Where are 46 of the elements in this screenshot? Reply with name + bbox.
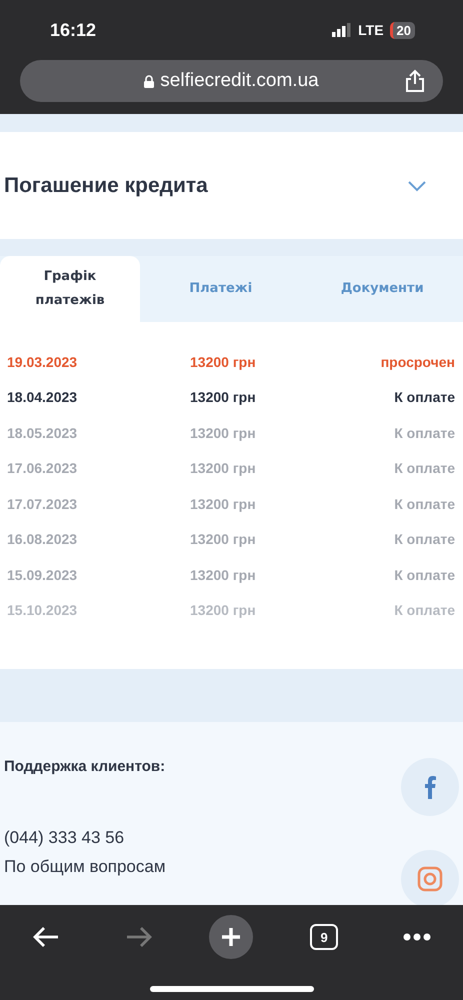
signal-icon: [332, 23, 352, 37]
payment-amount: 13200 грн: [190, 389, 256, 406]
plus-icon: [221, 927, 242, 947]
more-icon: [402, 933, 431, 941]
clock: 16:12: [50, 20, 96, 40]
payment-amount: 13200 грн: [190, 566, 256, 583]
payment-status: К оплате: [394, 602, 455, 618]
payment-status: К оплате: [394, 424, 455, 441]
payment-amount: 13200 грн: [190, 602, 256, 618]
support-note: По общим вопросам: [4, 856, 166, 878]
section-title: Погашение кредита: [4, 174, 208, 198]
payment-status: К оплате: [394, 531, 455, 548]
lock-icon: [144, 74, 154, 88]
tabs-button[interactable]: 9: [302, 915, 346, 959]
new-tab-button[interactable]: [209, 915, 254, 959]
support-title: Поддержка клиентов:: [4, 758, 166, 775]
back-arrow-icon: [32, 926, 60, 948]
share-icon[interactable]: [405, 69, 425, 93]
payment-status: К оплате: [394, 460, 455, 476]
support-phone: (044) 333 43 56: [4, 827, 124, 849]
payment-date: 18.04.2023: [7, 389, 78, 406]
network-label: LTE: [358, 22, 384, 38]
payment-date: 18.05.2023: [7, 424, 78, 441]
chevron-icon[interactable]: [407, 180, 427, 192]
payment-status: просрочен: [380, 354, 455, 370]
payment-date: 19.03.2023: [7, 354, 78, 370]
payment-status: К оплате: [394, 389, 455, 406]
payment-amount: 13200 грн: [190, 354, 256, 370]
payment-amount: 13200 грн: [190, 424, 256, 441]
payment-amount: 13200 грн: [190, 531, 256, 548]
payment-date: 16.08.2023: [7, 531, 78, 548]
facebook-icon: [424, 775, 436, 799]
instagram-icon: [417, 866, 443, 892]
battery-level: 20: [390, 22, 415, 38]
payment-date: 17.07.2023: [7, 496, 78, 512]
payment-date: 17.06.2023: [7, 460, 78, 476]
payment-amount: 13200 грн: [190, 496, 256, 512]
forward-arrow-icon: [124, 926, 153, 948]
payment-status: К оплате: [394, 496, 455, 512]
payment-amount: 13200 грн: [190, 460, 256, 476]
address-bar[interactable]: selfiecredit.com.ua: [20, 60, 443, 102]
payment-date: 15.09.2023: [7, 566, 78, 583]
payment-status: К оплате: [394, 566, 455, 583]
url-text: selfiecredit.com.ua: [160, 70, 319, 92]
payment-date: 15.10.2023: [7, 602, 78, 618]
tab[interactable]: Графік платежів: [0, 256, 140, 322]
